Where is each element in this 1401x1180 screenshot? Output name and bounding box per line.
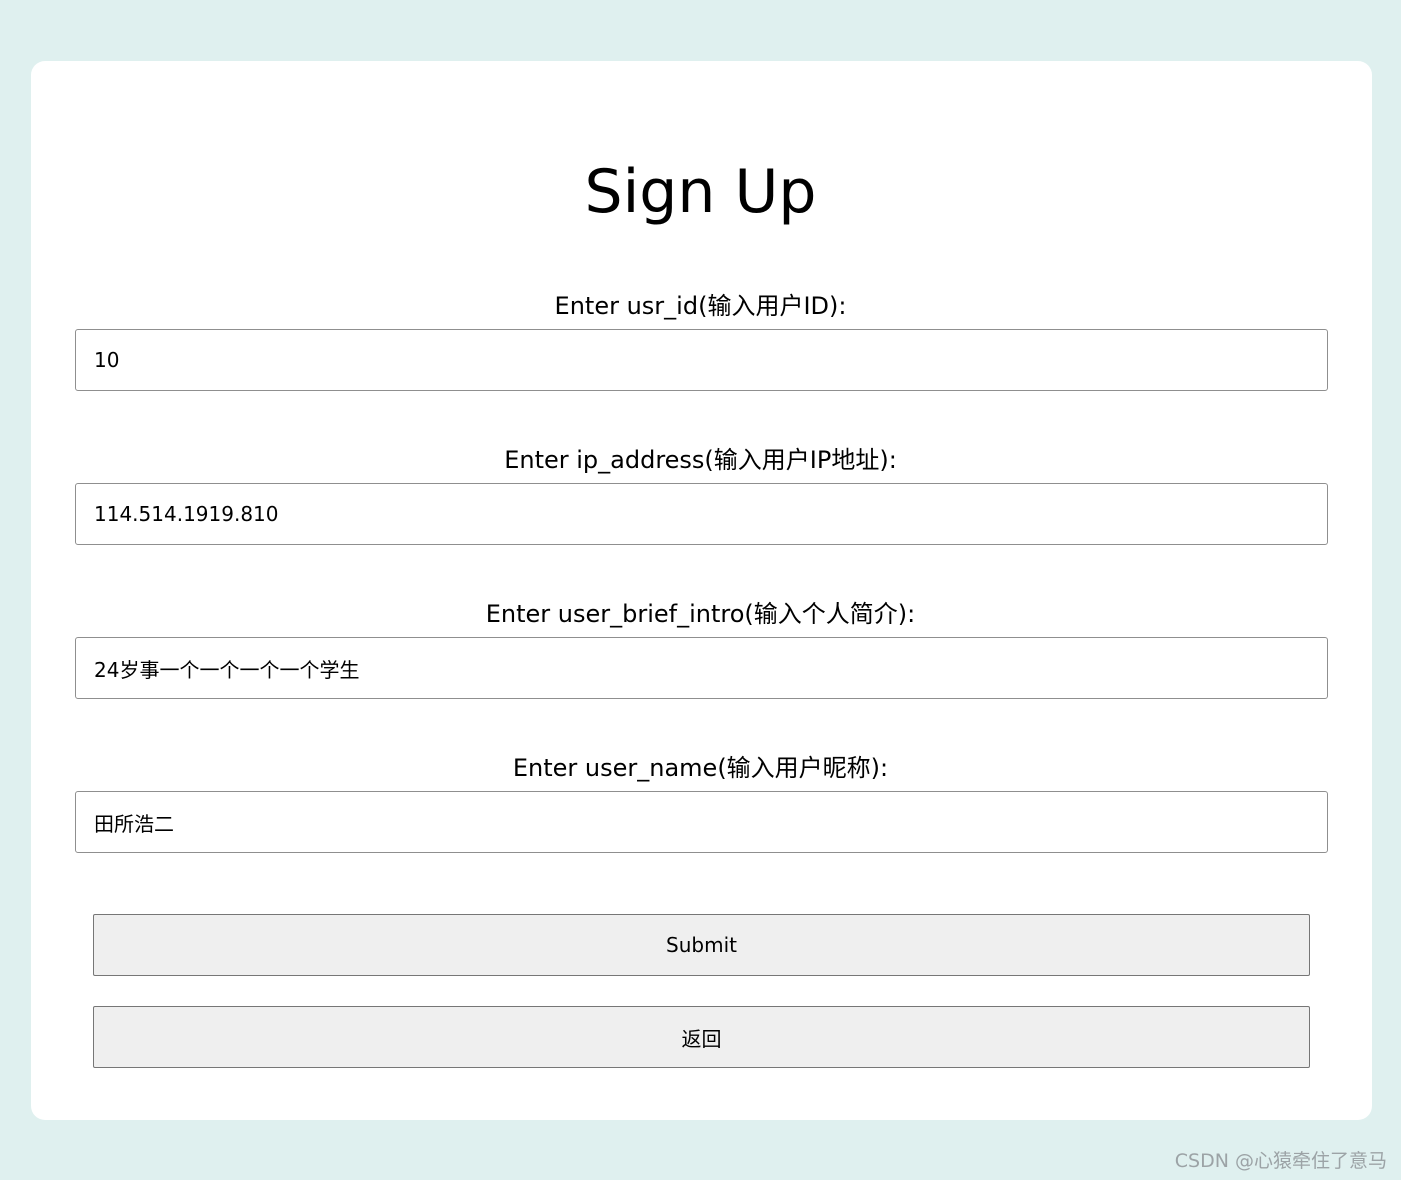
user-name-label: Enter user_name(输入用户昵称): [512,754,889,782]
user-name-input[interactable] [75,791,1328,853]
user-brief-intro-label: Enter user_brief_intro(输入个人简介): [485,600,916,628]
usr-id-input[interactable] [75,329,1328,391]
ip-address-label: Enter ip_address(输入用户IP地址): [504,446,897,474]
usr-id-label: Enter usr_id(输入用户ID): [554,292,847,320]
ip-address-input[interactable] [75,483,1328,545]
csdn-watermark: CSDN @心猿牵住了意马 [1174,1150,1387,1172]
submit-button[interactable]: Submit [93,914,1310,976]
page-title: Sign Up [584,157,817,227]
user-brief-intro-input[interactable] [75,637,1328,699]
back-button[interactable]: 返回 [93,1006,1310,1068]
